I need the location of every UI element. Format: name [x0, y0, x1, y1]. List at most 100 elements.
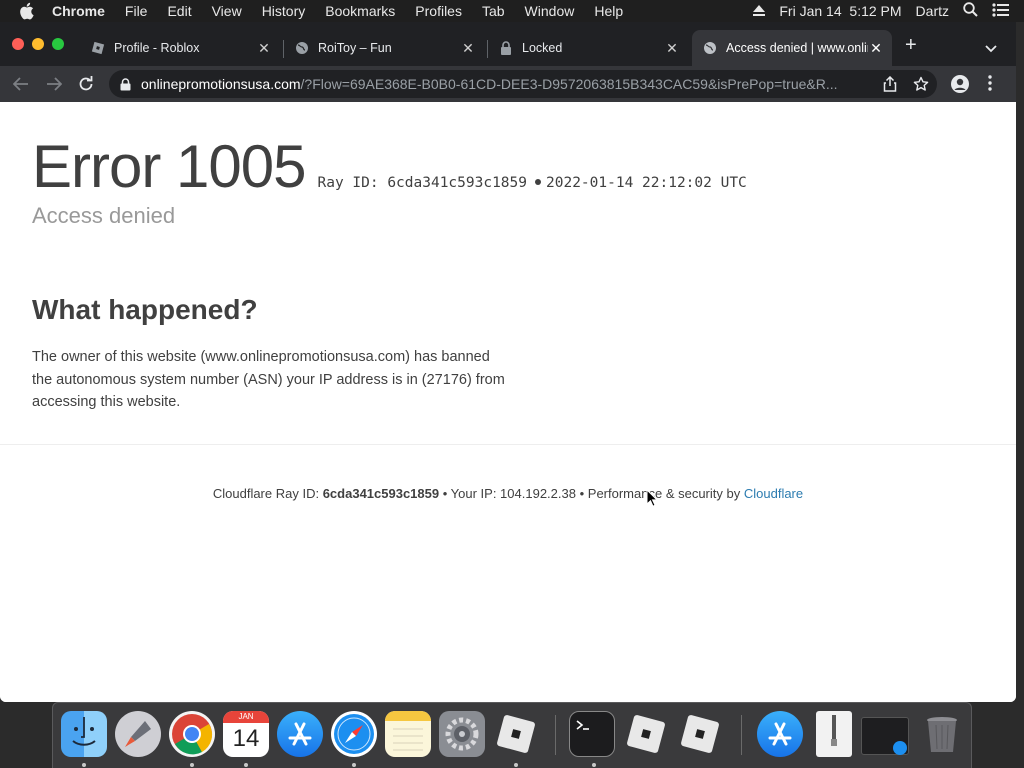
mouse-pointer-icon [646, 488, 659, 512]
error-subtitle: Access denied [32, 203, 176, 228]
window-minimize-button[interactable] [32, 38, 44, 50]
lock-icon[interactable] [120, 77, 131, 91]
apple-menu-icon[interactable] [19, 2, 37, 20]
chrome-menu-icon[interactable] [988, 75, 992, 96]
menu-app-name[interactable]: Chrome [52, 3, 105, 19]
trash-icon[interactable] [919, 711, 965, 757]
running-indicator [244, 763, 248, 767]
calendar-month: JAN [223, 711, 269, 723]
running-indicator [514, 763, 518, 767]
forward-arrow-icon[interactable] [45, 75, 63, 93]
tab-profile-roblox[interactable]: Profile - Roblox ✕ [80, 30, 280, 66]
tab-title: Profile - Roblox [114, 41, 200, 55]
footer-ip: Your IP: 104.192.2.38 [450, 486, 576, 501]
safari-icon[interactable] [331, 711, 377, 757]
chrome-window: Profile - Roblox ✕ RoiToy – Fun ✕ Locked… [0, 22, 1016, 702]
profile-avatar-icon[interactable] [950, 74, 970, 94]
browser-toolbar: onlinepromotionsusa.com/?Flow=69AE368E-B… [0, 66, 1016, 102]
menu-window[interactable]: Window [525, 3, 575, 19]
tab-access-denied[interactable]: Access denied | www.onlinepromotionsusa.… [692, 30, 892, 66]
menu-tab[interactable]: Tab [482, 3, 505, 19]
footer-ray-prefix: Cloudflare Ray ID: [212, 486, 320, 501]
tab-locked[interactable]: Locked ✕ [488, 30, 688, 66]
footer-performance: Performance & security by [587, 486, 741, 501]
zip-archive-icon[interactable] [816, 711, 852, 757]
tab-title: Access denied | www.onlinepromotionsusa.… [726, 41, 868, 55]
finder-icon[interactable] [61, 711, 107, 757]
bullet-dot [535, 179, 541, 185]
screen-recording-thumbnail-icon[interactable] [861, 717, 909, 755]
menu-bookmarks[interactable]: Bookmarks [325, 3, 395, 19]
back-arrow-icon[interactable] [12, 75, 30, 93]
dock-separator [555, 715, 556, 755]
calendar-icon[interactable]: JAN 14 [223, 711, 269, 757]
roblox-player-icon[interactable] [623, 711, 669, 757]
roblox-icon[interactable] [493, 711, 539, 757]
ray-id: Ray ID: 6cda341c593c1859 [317, 175, 527, 191]
tab-title: RoiToy – Fun [318, 41, 392, 55]
url-path: /?Flow=69AE368E-B0B0-61CD-DEE3-D95720638… [300, 76, 838, 92]
tab-roitoy[interactable]: RoiToy – Fun ✕ [284, 30, 484, 66]
running-indicator [352, 763, 356, 767]
system-preferences-icon[interactable] [439, 711, 485, 757]
tab-close-icon[interactable]: ✕ [664, 40, 680, 56]
lock-icon [498, 40, 514, 56]
address-bar[interactable]: onlinepromotionsusa.com/?Flow=69AE368E-B… [109, 70, 937, 98]
menu-view[interactable]: View [212, 3, 242, 19]
ray-id-line: Ray ID: 6cda341c593c1859 2022-01-14 22:12… [317, 175, 746, 191]
macos-dock: JAN 14 [52, 702, 972, 768]
menubar-user[interactable]: Dartz [916, 3, 949, 19]
tab-close-icon[interactable]: ✕ [868, 40, 884, 56]
downloads-app-store-icon[interactable] [757, 711, 803, 757]
running-indicator [190, 763, 194, 767]
menu-file[interactable]: File [125, 3, 148, 19]
footer-separator: • [579, 486, 585, 501]
control-center-icon[interactable] [992, 2, 1010, 20]
share-icon[interactable] [883, 75, 897, 97]
eject-icon[interactable] [753, 3, 766, 19]
footer-separator: • [442, 486, 448, 501]
tab-strip: Profile - Roblox ✕ RoiToy – Fun ✕ Locked… [0, 22, 1016, 66]
launchpad-icon[interactable] [115, 711, 161, 757]
calendar-day: 14 [232, 725, 260, 752]
running-indicator [82, 763, 86, 767]
roblox-studio-icon[interactable] [677, 711, 723, 757]
page-content: Error 1005 Ray ID: 6cda341c593c1859 2022-… [0, 102, 1016, 702]
tab-title: Locked [522, 41, 563, 55]
cloudflare-footer: Cloudflare Ray ID: 6cda341c593c1859 • Yo… [0, 486, 1016, 501]
what-happened-heading: What happened? [32, 294, 258, 325]
macos-menu-bar: Chrome File Edit View History Bookmarks … [0, 0, 1024, 22]
menubar-clock[interactable]: Fri Jan 14 5:12 PM [779, 3, 901, 19]
cloudflare-link[interactable]: Cloudflare [744, 486, 803, 501]
dock-separator [741, 715, 742, 755]
new-tab-button[interactable]: + [905, 35, 917, 55]
menu-edit[interactable]: Edit [167, 3, 191, 19]
menu-help[interactable]: Help [594, 3, 623, 19]
chrome-icon[interactable] [169, 711, 215, 757]
error-header: Error 1005 Ray ID: 6cda341c593c1859 2022-… [32, 132, 747, 202]
roblox-icon [90, 40, 106, 56]
running-indicator [592, 763, 596, 767]
globe-icon [702, 40, 718, 56]
window-close-button[interactable] [12, 38, 24, 50]
window-maximize-button[interactable] [52, 38, 64, 50]
tab-close-icon[interactable]: ✕ [256, 40, 272, 56]
reload-icon[interactable] [77, 75, 95, 93]
url-host: onlinepromotionsusa.com [141, 76, 301, 92]
globe-icon [294, 40, 310, 56]
tab-close-icon[interactable]: ✕ [460, 40, 476, 56]
app-store-icon[interactable] [277, 711, 323, 757]
url-text[interactable]: onlinepromotionsusa.com/?Flow=69AE368E-B… [141, 76, 881, 92]
tab-search-chevron-icon[interactable] [985, 40, 997, 58]
bookmark-star-icon[interactable] [913, 76, 929, 97]
footer-ray-id: 6cda341c593c1859 [322, 486, 440, 501]
notes-icon[interactable] [385, 711, 431, 757]
menu-history[interactable]: History [262, 3, 306, 19]
terminal-icon[interactable] [569, 711, 615, 757]
explanation-text: The owner of this website (www.onlinepro… [32, 349, 505, 410]
divider [0, 444, 1016, 445]
window-controls [12, 38, 72, 50]
spotlight-search-icon[interactable] [963, 2, 978, 20]
error-title: Error 1005 [32, 133, 306, 200]
menu-profiles[interactable]: Profiles [415, 3, 462, 19]
